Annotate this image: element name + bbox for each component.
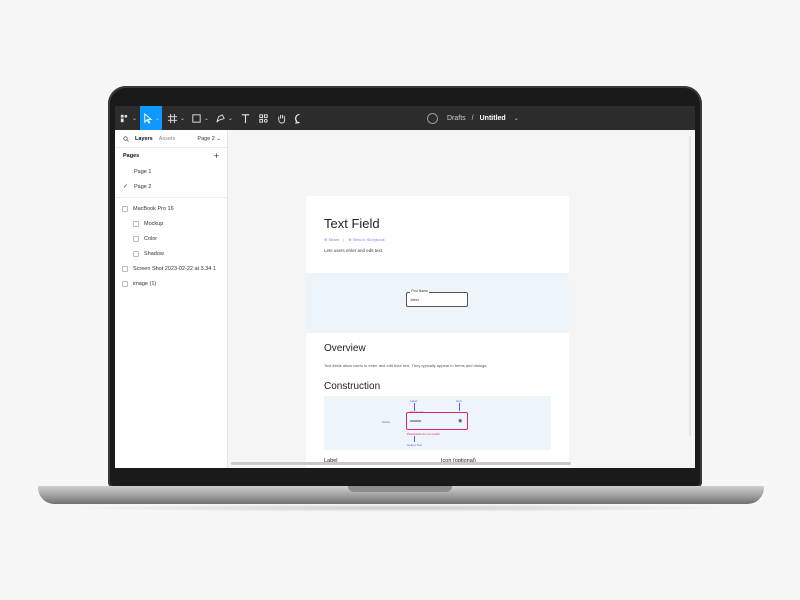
toolbar: ⌄ ⌄ ⌄ ⌄ ⌄ Drafts / Untitled ⌄: [115, 106, 695, 130]
image-icon: [133, 235, 139, 242]
move-tool-button[interactable]: ⌄: [140, 106, 162, 130]
layers-panel: Layers Assets Page 2 ⌄ Pages + Page 1 ✓ …: [115, 130, 228, 468]
layer-label: Color: [144, 235, 158, 242]
shape-tool-button[interactable]: ⌄: [189, 106, 211, 130]
doc-description: Lets users enter and edit text.: [324, 248, 384, 253]
share-link[interactable]: ⊕ Share: [324, 237, 339, 242]
layer-item[interactable]: Screen Shot 2023-02-22 at 3.34 1: [115, 261, 227, 276]
laptop-notch: [348, 486, 452, 492]
panel-divider: [115, 197, 227, 198]
layer-item[interactable]: MacBook Pro 16: [115, 201, 227, 216]
tab-assets[interactable]: Assets: [159, 136, 176, 142]
link-separator: |: [343, 237, 345, 242]
tab-layers[interactable]: Layers: [135, 136, 153, 142]
chevron-down-icon[interactable]: ⌄: [514, 115, 519, 122]
doc-links: ⊕ Share | ⊕ View in Storybook: [324, 237, 385, 242]
layer-item[interactable]: Color: [115, 231, 227, 246]
annotation-active: Active: [382, 420, 391, 424]
panel-tabs: Layers Assets Page 2 ⌄: [115, 130, 227, 148]
vertical-scrollbar[interactable]: [689, 136, 691, 436]
add-page-button[interactable]: +: [214, 151, 219, 161]
hand-icon: [277, 114, 285, 124]
breadcrumb-drafts[interactable]: Drafts: [447, 115, 466, 122]
layer-label: Mockup: [144, 220, 164, 227]
laptop-shadow: [60, 504, 740, 512]
text-t-icon: [241, 113, 249, 123]
pen-icon: [216, 113, 225, 122]
pen-tool-button[interactable]: ⌄: [213, 106, 235, 130]
components-icon: [258, 113, 268, 123]
chevron-down-icon: ⌄: [227, 115, 234, 122]
image-icon: [122, 265, 128, 272]
demo-field-label: First Name: [410, 289, 430, 293]
layer-label: MacBook Pro 16: [133, 205, 174, 212]
breadcrumb-separator: /: [471, 114, 474, 122]
construction-heading: Construction: [324, 381, 381, 392]
main-menu-button[interactable]: ⌄: [117, 106, 139, 130]
page-item-label: Page 2: [134, 183, 152, 190]
storybook-link[interactable]: ⊕ View in Storybook: [348, 237, 384, 242]
layer-item[interactable]: Shadow: [115, 246, 227, 261]
team-avatar-icon: [427, 112, 438, 124]
overview-text: Text fields allow users to enter and edi…: [324, 363, 488, 368]
horizontal-scrollbar[interactable]: [231, 462, 571, 465]
page-item-2[interactable]: ✓ Page 2: [115, 179, 227, 194]
frame-icon: [122, 205, 128, 212]
eye-icon: ◉: [458, 418, 463, 424]
demo-field-value: John: [410, 297, 419, 302]
annotation-line: [459, 403, 460, 411]
group-icon: [133, 220, 139, 227]
resources-tool-button[interactable]: [255, 106, 271, 130]
construction-error: Passwords do not match: [407, 432, 440, 436]
page-item-1[interactable]: Page 1: [115, 164, 227, 179]
layer-item[interactable]: Mockup: [115, 216, 227, 231]
figma-menu-icon: [120, 114, 128, 122]
pages-header: Pages +: [115, 148, 227, 164]
text-tool-button[interactable]: [237, 106, 253, 130]
image-icon: [133, 250, 139, 257]
file-breadcrumb: Drafts / Untitled ⌄: [427, 106, 519, 130]
pages-heading: Pages: [123, 153, 140, 159]
comment-bubble-icon: [294, 113, 300, 124]
chevron-down-icon: ⌄: [131, 115, 138, 122]
construction-field-label: Password: [410, 410, 424, 414]
doc-title: Text Field: [324, 216, 380, 231]
file-title[interactable]: Untitled: [480, 115, 506, 122]
chevron-down-icon: ⌄: [203, 115, 210, 122]
layer-item[interactable]: image (1): [115, 276, 227, 291]
page-item-label: Page 1: [134, 168, 152, 175]
app-screen: ⌄ ⌄ ⌄ ⌄ ⌄ Drafts / Untitled ⌄ Layers Ass…: [115, 106, 695, 468]
check-icon: ✓: [123, 184, 129, 190]
layer-label: Screen Shot 2023-02-22 at 3.34 1: [133, 265, 216, 272]
comment-tool-button[interactable]: [291, 106, 307, 130]
password-dots: ••••••••••••: [410, 418, 421, 423]
layer-label: Shadow: [144, 250, 164, 257]
annotation-helper: Helper Text: [407, 443, 423, 447]
search-icon[interactable]: [123, 135, 129, 142]
overview-heading: Overview: [324, 343, 366, 354]
annotation-line: [414, 436, 415, 442]
chevron-down-icon: ⌄: [179, 115, 186, 122]
chevron-down-icon: ⌄: [154, 115, 161, 122]
page-selector[interactable]: Page 2 ⌄: [197, 136, 221, 142]
cursor-arrow-icon: [144, 112, 153, 124]
frame-tool-button[interactable]: ⌄: [165, 106, 187, 130]
layer-label: image (1): [133, 280, 157, 287]
document-frame[interactable]: Text Field ⊕ Share | ⊕ View in Storybook…: [306, 196, 569, 468]
hand-tool-button[interactable]: [273, 106, 289, 130]
rectangle-icon: [192, 113, 201, 123]
image-icon: [122, 280, 128, 287]
frame-hash-icon: [167, 113, 178, 123]
